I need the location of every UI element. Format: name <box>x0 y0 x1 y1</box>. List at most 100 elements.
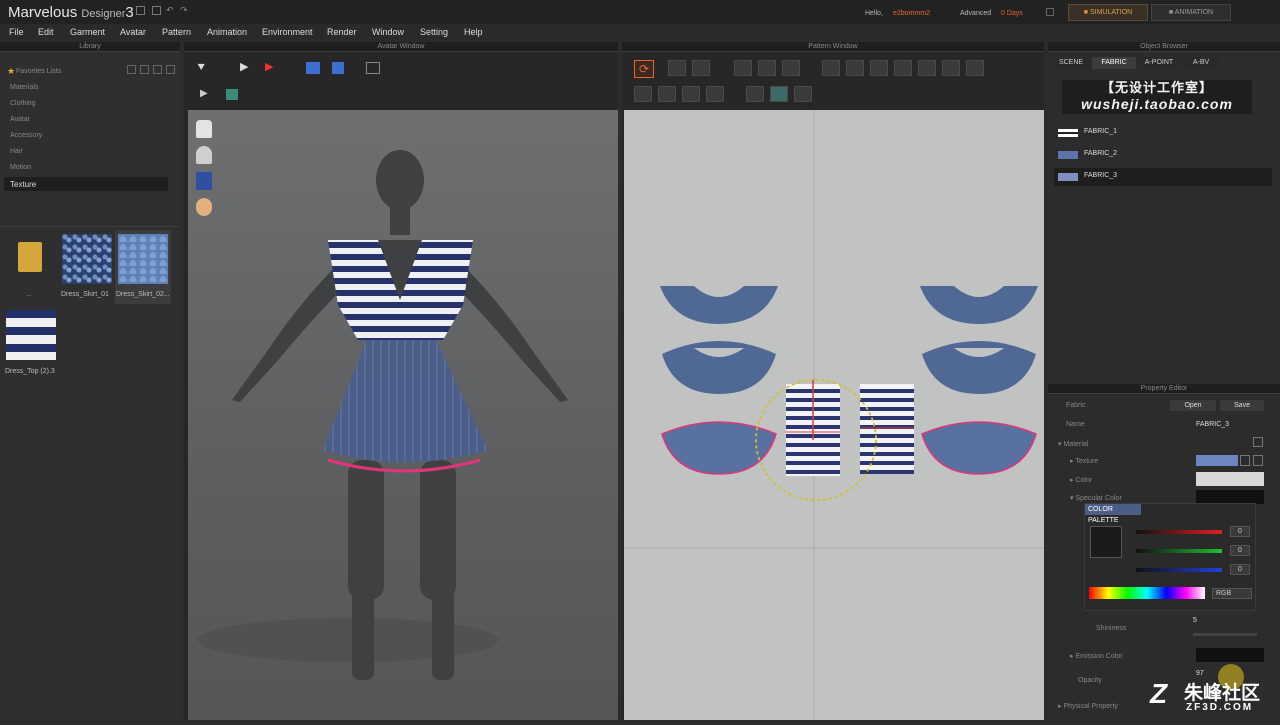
green-slider[interactable] <box>1136 549 1222 553</box>
library-item-avatar[interactable]: Avatar <box>10 116 30 123</box>
fold-tool-icon[interactable] <box>306 62 320 74</box>
menu-garment[interactable]: Garment <box>70 27 105 37</box>
undo-icon[interactable]: ↶ <box>166 5 174 16</box>
pattern-edit-tool[interactable] <box>734 60 752 76</box>
divider <box>0 226 180 227</box>
physical-property-section[interactable]: ▸ Physical Property <box>1058 702 1118 710</box>
thumb-label: Dress_Skirt_02... <box>116 291 170 298</box>
tab-scene[interactable]: SCENE <box>1053 57 1089 69</box>
pattern-curve-tool[interactable] <box>782 60 800 76</box>
menu-pattern[interactable]: Pattern <box>162 27 191 37</box>
library-item-accessory[interactable]: Accessory <box>10 132 42 139</box>
open-icon[interactable] <box>152 6 161 15</box>
free-sewing-tool[interactable] <box>658 86 676 102</box>
menu-window[interactable]: Window <box>372 27 404 37</box>
tab-a-point[interactable]: A-POINT <box>1138 57 1180 69</box>
green-value[interactable]: 0 <box>1230 545 1250 556</box>
texture-thumb-skirt-02[interactable] <box>118 234 168 284</box>
select-tool-icon[interactable]: ▶ <box>240 60 248 73</box>
texture-thumb-top[interactable] <box>6 310 56 360</box>
color-mode-select[interactable]: RGB <box>1212 588 1252 599</box>
open-button[interactable]: Open <box>1170 400 1216 411</box>
texture-icon[interactable] <box>196 172 212 190</box>
tack-sewing-tool[interactable] <box>706 86 724 102</box>
folder-icon[interactable] <box>18 242 42 272</box>
edit-sewing-tool[interactable] <box>682 86 700 102</box>
window-icon[interactable] <box>1046 8 1054 16</box>
internal-polygon-tool[interactable] <box>894 60 912 76</box>
fabric-name: FABRIC_3 <box>1084 172 1118 179</box>
rectangle-tool[interactable] <box>846 60 864 76</box>
name-label: Name <box>1066 421 1085 428</box>
name-value[interactable]: FABRIC_3 <box>1196 421 1229 428</box>
library-edit-icon[interactable] <box>153 65 162 74</box>
skin-icon[interactable] <box>196 198 212 216</box>
garment-icon[interactable] <box>196 120 212 138</box>
avatar-icon[interactable] <box>196 146 212 164</box>
red-slider[interactable] <box>1136 530 1222 534</box>
red-value[interactable]: 0 <box>1230 526 1250 537</box>
texture-transform-tool[interactable] <box>794 86 812 102</box>
menu-render[interactable]: Render <box>327 27 357 37</box>
shininess-slider[interactable] <box>1193 633 1257 636</box>
menu-avatar[interactable]: Avatar <box>120 27 146 37</box>
texture-grid-icon[interactable] <box>1240 455 1250 466</box>
texture-thumb-skirt-01[interactable] <box>62 234 112 284</box>
pattern-transform-tool[interactable] <box>692 60 710 76</box>
library-view-icon[interactable] <box>140 65 149 74</box>
measure-tool-icon[interactable] <box>366 62 380 74</box>
texture-swatch[interactable] <box>1196 455 1238 466</box>
hue-spectrum[interactable] <box>1089 587 1205 599</box>
internal-rectangle-tool[interactable] <box>918 60 936 76</box>
tab-fabric[interactable]: FABRIC <box>1092 57 1136 69</box>
menu-setting[interactable]: Setting <box>420 27 448 37</box>
library-item-hair[interactable]: Hair <box>10 148 23 155</box>
polygon-tool[interactable] <box>822 60 840 76</box>
fabric-tool[interactable] <box>746 86 764 102</box>
simulate-icon[interactable]: ⟳ <box>634 60 654 78</box>
library-item-clothing[interactable]: Clothing <box>10 100 36 107</box>
save-button[interactable]: Save <box>1220 400 1264 411</box>
segment-sewing-tool[interactable] <box>634 86 652 102</box>
move-tool-icon[interactable]: ⯆ <box>196 60 206 76</box>
library-delete-icon[interactable] <box>166 65 175 74</box>
menu-animation[interactable]: Animation <box>207 27 247 37</box>
internal-circle-tool[interactable] <box>942 60 960 76</box>
library-item-favorites[interactable]: Favorites Lists <box>16 68 61 75</box>
pattern-viewport[interactable] <box>624 110 1044 720</box>
fabric-row-selected[interactable]: FABRIC_3 <box>1054 168 1272 186</box>
emission-swatch[interactable] <box>1196 648 1264 662</box>
redo-icon[interactable]: ↷ <box>180 5 188 16</box>
color-swatch[interactable] <box>1196 472 1264 486</box>
tack-tool-icon[interactable] <box>332 62 344 74</box>
specular-swatch[interactable] <box>1196 490 1264 504</box>
circle-tool[interactable] <box>870 60 888 76</box>
fabric-row[interactable]: FABRIC_2 <box>1054 146 1272 164</box>
texture-edit-tool[interactable] <box>770 86 788 102</box>
menu-edit[interactable]: Edit <box>38 27 54 37</box>
avatar-viewport[interactable] <box>188 110 618 720</box>
material-icon[interactable] <box>1253 437 1263 447</box>
dart-tool[interactable] <box>966 60 984 76</box>
save-icon[interactable] <box>136 6 145 15</box>
blue-slider[interactable] <box>1136 568 1222 572</box>
library-item-motion[interactable]: Motion <box>10 164 31 171</box>
transform-icon[interactable]: ▶ <box>200 88 208 99</box>
material-section[interactable]: ▾ Material <box>1058 440 1088 448</box>
pin-tool-icon[interactable]: ▶ <box>265 60 273 73</box>
pattern-point-tool[interactable] <box>758 60 776 76</box>
fabric-row[interactable]: FABRIC_1 <box>1054 124 1272 142</box>
blue-value[interactable]: 0 <box>1230 564 1250 575</box>
library-add-icon[interactable] <box>127 65 136 74</box>
tab-a-bv[interactable]: A-BV <box>1182 57 1220 69</box>
menu-file[interactable]: File <box>9 27 24 37</box>
library-item-materials[interactable]: Materials <box>10 84 38 91</box>
simulation-mode-button[interactable]: ■ SIMULATION <box>1068 4 1148 21</box>
menu-environment[interactable]: Environment <box>262 27 313 37</box>
shininess-value[interactable]: 5 <box>1193 617 1197 624</box>
pattern-select-tool[interactable] <box>668 60 686 76</box>
animation-mode-button[interactable]: ■ ANIMATION <box>1151 4 1231 21</box>
layer-icon[interactable] <box>226 89 238 100</box>
texture-remove-icon[interactable] <box>1253 455 1263 466</box>
menu-help[interactable]: Help <box>464 27 483 37</box>
